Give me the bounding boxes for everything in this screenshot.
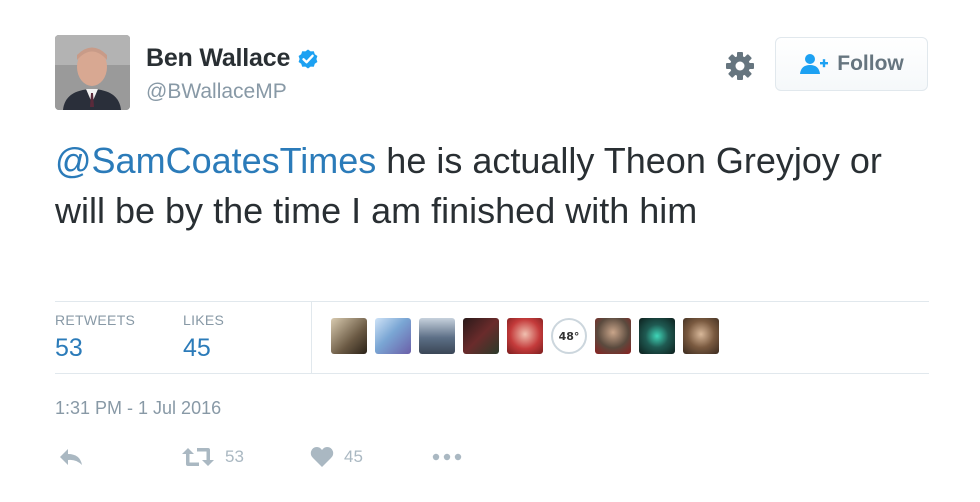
retweets-count: 53 — [55, 334, 83, 362]
more-icon — [431, 446, 463, 468]
liker-avatar[interactable] — [331, 318, 367, 354]
follow-button-label: Follow — [837, 52, 904, 75]
reply-icon — [58, 446, 84, 468]
divider — [55, 373, 929, 374]
user-name-row[interactable]: Ben Wallace — [146, 44, 320, 73]
liker-avatar[interactable] — [683, 318, 719, 354]
gear-icon[interactable] — [723, 49, 757, 83]
liker-avatar[interactable] — [507, 318, 543, 354]
follow-button[interactable]: Follow — [775, 37, 928, 91]
retweet-icon — [181, 446, 215, 468]
liker-avatar[interactable] — [419, 318, 455, 354]
likers-avatar-row: 48° — [331, 318, 727, 354]
liker-avatar[interactable] — [639, 318, 675, 354]
user-avatar[interactable] — [55, 35, 130, 110]
likes-count: 45 — [183, 334, 211, 362]
tweet-text: @SamCoatesTimes he is actually Theon Gre… — [55, 136, 940, 236]
user-handle[interactable]: @BWallaceMP — [146, 80, 287, 104]
display-name[interactable]: Ben Wallace — [146, 44, 290, 73]
like-count: 45 — [344, 447, 363, 466]
likes-stat[interactable]: LIKES 45 — [183, 312, 224, 363]
likes-label: LIKES — [183, 312, 225, 328]
liker-avatar[interactable] — [595, 318, 631, 354]
liker-avatar[interactable] — [375, 318, 411, 354]
retweets-label: RETWEETS — [55, 312, 136, 328]
like-button[interactable]: 45 — [310, 446, 363, 468]
liker-avatar[interactable] — [463, 318, 499, 354]
reply-button[interactable] — [58, 446, 84, 468]
retweet-count: 53 — [225, 447, 244, 466]
stats-separator — [311, 302, 312, 373]
tweet-timestamp[interactable]: 1:31 PM - 1 Jul 2016 — [55, 398, 221, 419]
retweets-stat[interactable]: RETWEETS 53 — [55, 312, 135, 363]
liker-avatar[interactable]: 48° — [551, 318, 587, 354]
more-button[interactable] — [431, 446, 463, 468]
follow-user-icon — [799, 53, 829, 75]
heart-icon — [310, 446, 334, 468]
retweet-button[interactable]: 53 — [181, 446, 244, 468]
mention-link[interactable]: @SamCoatesTimes — [55, 140, 376, 181]
verified-badge-icon — [296, 47, 320, 71]
liker-badge-text: 48° — [558, 329, 580, 343]
divider — [55, 301, 929, 302]
